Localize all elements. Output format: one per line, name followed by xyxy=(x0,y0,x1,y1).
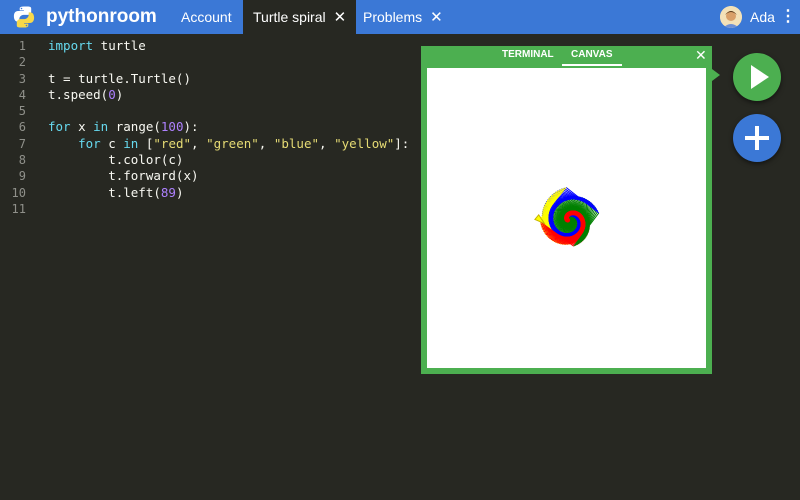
code-line[interactable]: t.color(c) xyxy=(48,152,409,168)
code-line[interactable] xyxy=(48,103,409,119)
close-icon[interactable]: ✕ xyxy=(695,47,707,64)
panel-pointer-arrow xyxy=(712,69,720,81)
line-number: 6 xyxy=(18,120,26,135)
brand-name[interactable]: pythonroom xyxy=(46,6,157,28)
code-token: for xyxy=(48,119,71,135)
code-token: ]: xyxy=(394,135,410,151)
code-token: c xyxy=(100,135,124,151)
code-line[interactable]: t.left(89) xyxy=(48,185,409,201)
code-line[interactable]: import turtle xyxy=(48,38,409,54)
line-number-gutter: 1 2 3 4 5 6 7 8 9 10 11 xyxy=(0,38,30,217)
output-tabs: TERMINAL CANVAS ✕ xyxy=(421,46,712,66)
python-logo-icon xyxy=(13,6,35,28)
line-number: 8 xyxy=(18,153,26,168)
code-token: turtle xyxy=(93,38,146,53)
code-token: in xyxy=(123,135,139,151)
plus-icon xyxy=(745,126,769,150)
line-number: 4 xyxy=(18,87,26,102)
tab-account[interactable]: Account xyxy=(171,0,242,34)
play-icon xyxy=(751,65,769,89)
code-area[interactable]: import turtle t = turtle.Turtle() t.speed… xyxy=(48,38,409,217)
more-menu-icon[interactable]: ⋮ xyxy=(780,0,796,34)
code-token: , xyxy=(258,135,274,151)
code-line[interactable]: for c in ["red", "green", "blue", "yello… xyxy=(48,136,409,152)
add-button[interactable] xyxy=(733,114,781,162)
code-token: import xyxy=(48,38,94,53)
code-line[interactable]: t.forward(x) xyxy=(48,168,409,184)
line-number: 1 xyxy=(18,39,26,53)
tab-label: Turtle spiral xyxy=(253,9,326,25)
code-token: "green" xyxy=(206,135,259,151)
code-token: "blue" xyxy=(273,135,319,151)
code-token: , xyxy=(191,135,207,151)
line-number: 11 xyxy=(11,201,26,216)
code-line[interactable]: for x in range(100): xyxy=(48,119,409,135)
code-token: t.color(c) xyxy=(48,152,184,168)
code-line[interactable]: t = turtle.Turtle() xyxy=(48,71,409,87)
turtle-canvas xyxy=(427,68,706,368)
code-token: 0 xyxy=(108,86,116,102)
close-icon[interactable]: ✕ xyxy=(334,9,347,26)
line-number: 7 xyxy=(18,136,26,151)
code-token: t.speed( xyxy=(48,86,109,102)
tab-label: Account xyxy=(181,9,232,25)
turtle-drawing xyxy=(534,186,600,247)
code-token: 89 xyxy=(160,184,176,200)
tab-terminal[interactable]: TERMINAL xyxy=(502,49,554,60)
tab-problems[interactable]: Problems ✕ xyxy=(353,0,453,34)
code-token: t.left( xyxy=(48,184,161,200)
close-icon[interactable]: ✕ xyxy=(430,9,443,26)
code-token: x xyxy=(70,119,94,135)
active-tab-indicator xyxy=(562,64,622,66)
tab-label: Problems xyxy=(363,9,423,25)
code-line[interactable]: t.speed(0) xyxy=(48,87,409,103)
run-button[interactable] xyxy=(733,53,781,101)
tab-canvas[interactable]: CANVAS xyxy=(571,49,612,60)
code-token: "red" xyxy=(153,135,192,151)
code-token: 100 xyxy=(160,119,184,135)
tab-turtle-spiral[interactable]: Turtle spiral ✕ xyxy=(243,0,357,34)
user-avatar-icon xyxy=(720,6,742,28)
output-panel: TERMINAL CANVAS ✕ xyxy=(421,46,712,374)
code-token: ) xyxy=(115,86,124,102)
code-token: t.forward(x) xyxy=(48,168,199,184)
code-token: "yellow" xyxy=(334,135,395,151)
line-number: 3 xyxy=(18,71,26,86)
line-number: 5 xyxy=(18,104,26,119)
code-token: ): xyxy=(183,119,199,135)
code-token: range( xyxy=(108,119,161,135)
avatar[interactable] xyxy=(720,6,742,28)
code-token: ) xyxy=(175,184,184,200)
user-name[interactable]: Ada xyxy=(750,0,775,34)
code-token: [ xyxy=(138,135,154,151)
code-token: for xyxy=(78,135,101,151)
code-token: , xyxy=(319,135,335,151)
line-number: 2 xyxy=(18,55,26,70)
line-number: 9 xyxy=(18,169,26,184)
line-number: 10 xyxy=(11,185,26,200)
code-line[interactable] xyxy=(48,54,409,70)
top-bar: pythonroom Account Turtle spiral ✕ Proble… xyxy=(0,0,800,34)
code-token: t = turtle.Turtle() xyxy=(48,70,191,86)
code-token: in xyxy=(93,119,109,135)
code-line[interactable] xyxy=(48,201,409,217)
